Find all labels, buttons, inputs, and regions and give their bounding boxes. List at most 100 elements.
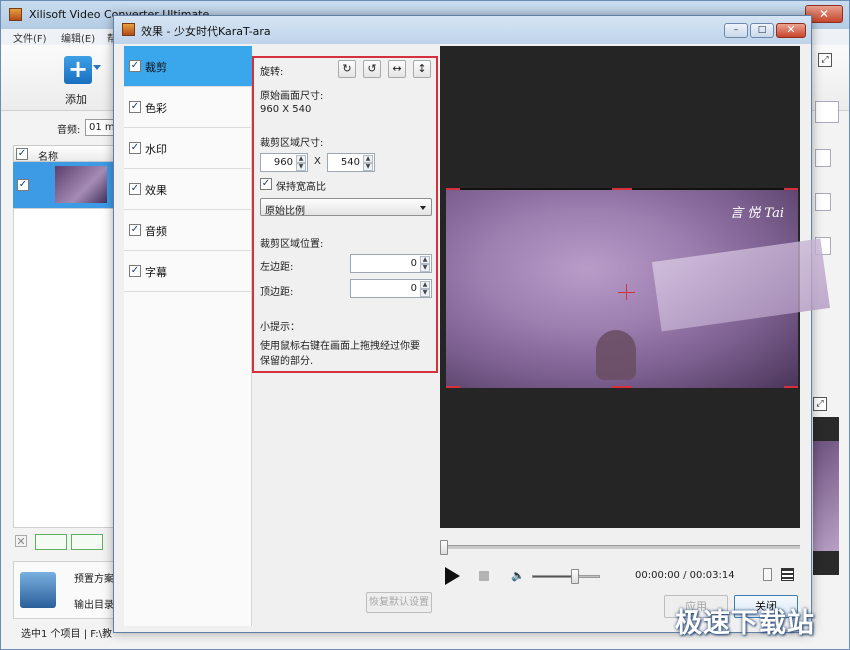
nav-item-label: 音频 (145, 225, 167, 238)
spin-up-icon[interactable]: ▲ (363, 155, 373, 163)
spin-down-icon[interactable]: ▼ (420, 289, 430, 297)
nav-color-checkbox[interactable]: ✓ (129, 101, 141, 113)
spin-up-icon[interactable]: ▲ (296, 155, 306, 163)
output-directory-label: 输出目录 (74, 600, 114, 611)
nav-item-audio[interactable]: ✓ 音频 (124, 210, 252, 251)
spin-down-icon[interactable]: ▼ (296, 163, 306, 171)
crop-size-label: 裁剪区域尺寸: (260, 138, 324, 149)
dropdown-arrow-icon[interactable] (93, 65, 101, 70)
menu-file[interactable]: 文件(F) (13, 30, 47, 45)
dialog-titlebar: 效果 - 少女时代KaraT-ara – □ ✕ (114, 16, 811, 44)
add-label: 添加 (65, 93, 87, 106)
main-preview-image (813, 441, 839, 551)
dialog-title: 效果 - 少女时代KaraT-ara (141, 25, 271, 38)
select-all-checkbox[interactable]: ✓ (16, 148, 28, 160)
rotate-cw-icon[interactable]: ↻ (338, 60, 356, 78)
status-text: 选中1 个项目 | F:\教 (21, 629, 112, 640)
dialog-app-icon (122, 23, 135, 36)
effects-dialog: 效果 - 少女时代KaraT-ara – □ ✕ ✓ 裁剪 ✓ 色彩 ✓ 水印 … (113, 15, 831, 633)
disk-meter (71, 534, 103, 550)
keep-ratio-checkbox[interactable]: ✓ (260, 178, 272, 190)
seek-bar[interactable] (440, 540, 800, 555)
effects-nav: ✓ 裁剪 ✓ 色彩 ✓ 水印 ✓ 效果 ✓ 音频 ✓ 字幕 (124, 46, 252, 626)
menu-edit[interactable]: 编辑(E) (61, 30, 95, 45)
add-button[interactable]: + 添加 (61, 55, 101, 107)
file-list-row[interactable]: ✓ (13, 162, 117, 208)
spin-down-icon[interactable]: ▼ (363, 163, 373, 171)
plus-icon: + (64, 56, 92, 84)
crop-handle-bl[interactable] (446, 386, 460, 388)
nav-effect-checkbox[interactable]: ✓ (129, 183, 141, 195)
volume-icon[interactable]: 🔈 (511, 569, 525, 583)
nav-item-effect[interactable]: ✓ 效果 (124, 169, 252, 210)
time-display: 00:00:00 / 00:03:14 (635, 570, 735, 581)
video-preview[interactable]: 言 悦 Tai (440, 46, 831, 528)
video-scene-wall (651, 238, 831, 332)
volume-thumb[interactable] (571, 569, 579, 584)
crop-handle-tl[interactable] (446, 188, 460, 190)
flip-horizontal-icon[interactable]: ↔ (388, 60, 406, 78)
stop-icon[interactable] (479, 571, 489, 581)
nav-watermark-checkbox[interactable]: ✓ (129, 142, 141, 154)
volume-slider[interactable] (532, 569, 600, 584)
nav-crop-checkbox[interactable]: ✓ (129, 60, 141, 72)
nav-item-subtitle[interactable]: ✓ 字幕 (124, 251, 252, 292)
crop-handle-bottom[interactable] (612, 386, 632, 388)
rotate-ccw-icon[interactable]: ↺ (363, 60, 381, 78)
file-list-header: ✓ 名称 (13, 145, 117, 163)
rotate-label: 旋转: (260, 67, 284, 78)
left-margin-stepper[interactable]: 0 ▲ ▼ (350, 254, 432, 273)
video-frame[interactable]: 言 悦 Tai (446, 188, 831, 388)
spin-up-icon[interactable]: ▲ (420, 256, 430, 264)
top-margin-stepper[interactable]: 0 ▲ ▼ (350, 279, 432, 298)
nav-item-crop[interactable]: ✓ 裁剪 (124, 46, 252, 87)
original-size-value: 960 X 540 (260, 104, 312, 115)
nav-item-color[interactable]: ✓ 色彩 (124, 87, 252, 128)
remove-icon[interactable]: ✕ (15, 535, 27, 547)
snapshot-icon[interactable] (763, 568, 772, 581)
maximize-button[interactable]: □ (750, 23, 774, 38)
row-checkbox[interactable]: ✓ (17, 179, 29, 191)
tip-title: 小提示： (260, 322, 300, 333)
video-format-icon (20, 572, 56, 608)
spin-up-icon[interactable]: ▲ (420, 281, 430, 289)
crop-handle-br[interactable] (784, 386, 798, 388)
right-select-fragment-2[interactable] (815, 193, 831, 211)
original-size-label: 原始画面尺寸: (260, 91, 324, 102)
right-input-fragment[interactable] (815, 101, 839, 123)
site-watermark: 极速下载站 (675, 608, 815, 639)
nav-item-label: 效果 (145, 184, 167, 197)
nav-item-watermark[interactable]: ✓ 水印 (124, 128, 252, 169)
crop-height-stepper[interactable]: 540 ▲ ▼ (327, 153, 375, 172)
dialog-body: ✓ 裁剪 ✓ 色彩 ✓ 水印 ✓ 效果 ✓ 音频 ✓ 字幕 旋转: ↻ ↺ ↔ … (122, 46, 831, 626)
chevron-down-icon (420, 206, 426, 210)
audio-label: 音频: (57, 125, 81, 136)
app-icon (9, 8, 22, 21)
right-select-fragment-1[interactable] (815, 149, 831, 167)
nav-subtitle-checkbox[interactable]: ✓ (129, 265, 141, 277)
dialog-close-icon-button[interactable]: ✕ (776, 23, 806, 38)
flip-vertical-icon[interactable]: ↕ (413, 60, 431, 78)
crop-handle-tr[interactable] (784, 188, 798, 190)
preset-panel: 预置方案 输出目录 (13, 561, 117, 619)
seek-thumb[interactable] (440, 540, 448, 555)
cpu-meter (35, 534, 67, 550)
aspect-ratio-select[interactable]: 原始比例 (260, 198, 432, 217)
bottom-strip: ✕ (13, 533, 117, 551)
left-margin-value: 0 (410, 258, 417, 269)
play-icon[interactable] (445, 567, 460, 585)
crop-size-separator: X (314, 156, 321, 167)
crosshair-icon (618, 292, 635, 293)
crop-width-stepper[interactable]: 960 ▲ ▼ (260, 153, 308, 172)
film-icon[interactable] (781, 568, 794, 581)
nav-audio-checkbox[interactable]: ✓ (129, 224, 141, 236)
aspect-ratio-value: 原始比例 (265, 206, 305, 217)
crop-position-label: 裁剪区域位置: (260, 239, 324, 250)
preview-expand-icon[interactable]: ⤢ (813, 397, 827, 411)
minimize-button[interactable]: – (724, 23, 748, 38)
crop-handle-top[interactable] (612, 188, 632, 190)
expand-icon[interactable]: ⤢ (818, 53, 832, 67)
spin-down-icon[interactable]: ▼ (420, 264, 430, 272)
column-name-header[interactable]: 名称 (38, 148, 58, 163)
reset-defaults-button[interactable]: 恢复默认设置 (366, 592, 432, 613)
